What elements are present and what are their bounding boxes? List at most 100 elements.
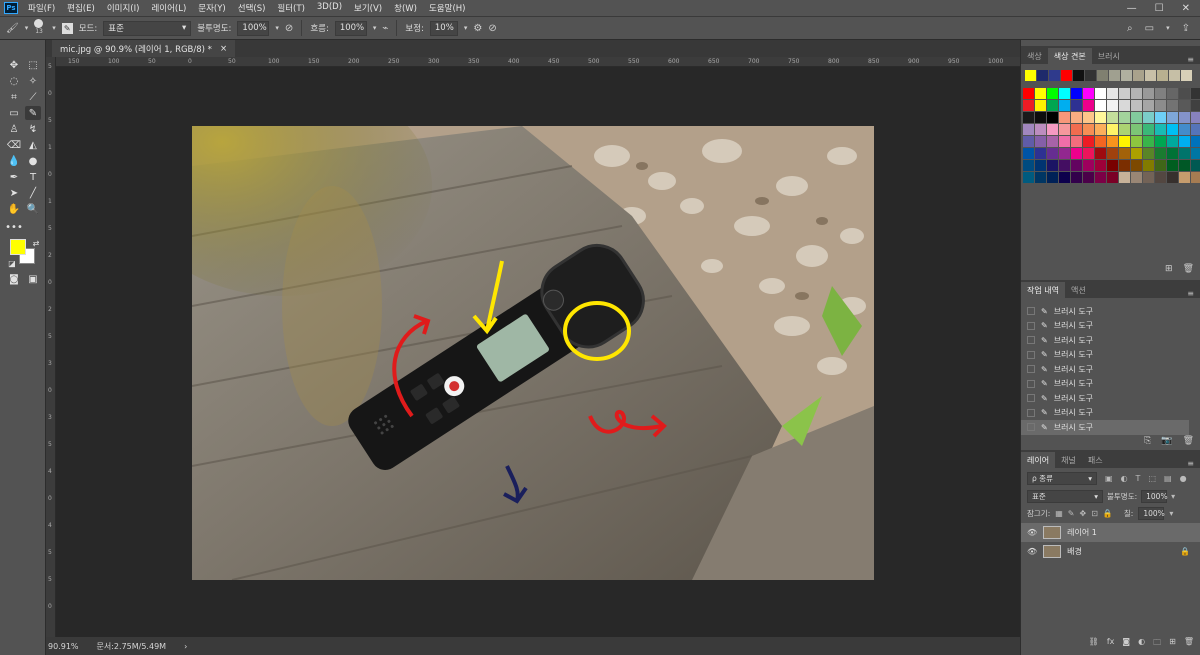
history-item[interactable]: ✎ 브러시 도구 — [1021, 391, 1189, 406]
tab-color[interactable]: 색상 — [1021, 48, 1048, 64]
color-swatch[interactable] — [1107, 100, 1118, 111]
share-icon[interactable]: ⇪ — [1182, 23, 1190, 34]
eye-icon[interactable]: 👁 — [1027, 528, 1037, 537]
color-swatch[interactable] — [1071, 136, 1082, 147]
layer-style-icon[interactable]: fx — [1107, 637, 1115, 651]
history-checkbox[interactable] — [1027, 321, 1035, 330]
lock-transparency-icon[interactable]: ▦ — [1055, 509, 1063, 518]
snapshot-icon[interactable]: 📷 — [1161, 436, 1172, 446]
lasso-tool-icon[interactable]: ◌ — [6, 74, 22, 88]
color-swatch[interactable] — [1071, 100, 1082, 111]
color-swatch[interactable] — [1167, 136, 1178, 147]
color-swatch[interactable] — [1155, 88, 1166, 99]
quick-mask-icon[interactable]: ◙ — [6, 272, 22, 286]
color-swatch[interactable] — [1035, 112, 1046, 123]
recent-swatch[interactable] — [1049, 70, 1060, 81]
color-swatch[interactable] — [1047, 112, 1058, 123]
menu-item[interactable]: 파일(F) — [22, 2, 61, 14]
color-swatch[interactable] — [1131, 160, 1142, 171]
color-swatch[interactable] — [1047, 172, 1058, 183]
color-swatch[interactable] — [1191, 100, 1200, 111]
chevron-down-icon[interactable]: ▾ — [1166, 24, 1170, 32]
color-swatch[interactable] — [1119, 88, 1130, 99]
color-swatch[interactable] — [1131, 136, 1142, 147]
color-swatch[interactable] — [1083, 136, 1094, 147]
color-swatch[interactable] — [1059, 124, 1070, 135]
swap-colors-icon[interactable]: ⇄ — [28, 236, 44, 250]
history-brush-tool-icon[interactable]: ↯ — [25, 122, 41, 136]
color-swatch[interactable] — [1083, 100, 1094, 111]
search-icon[interactable]: ⌕ — [1127, 23, 1133, 34]
color-swatch[interactable] — [1119, 112, 1130, 123]
blend-mode-select[interactable]: 표준 ▾ — [1027, 490, 1103, 503]
menu-item[interactable]: 필터(T) — [271, 2, 310, 14]
color-swatch[interactable] — [1047, 160, 1058, 171]
color-swatch[interactable] — [1119, 124, 1130, 135]
color-swatch[interactable] — [1023, 100, 1034, 111]
color-swatch[interactable] — [1095, 112, 1106, 123]
color-swatch[interactable] — [1155, 100, 1166, 111]
color-swatch[interactable] — [1155, 124, 1166, 135]
color-swatch[interactable] — [1095, 100, 1106, 111]
delete-swatch-icon[interactable]: 🗑 — [1183, 264, 1194, 274]
color-swatch[interactable] — [1023, 88, 1034, 99]
layer-opacity-input[interactable]: 100% — [1141, 490, 1168, 503]
pressure-size-icon[interactable]: ⊘ — [488, 23, 496, 34]
color-swatch[interactable] — [1095, 160, 1106, 171]
color-swatch[interactable] — [1167, 112, 1178, 123]
color-swatch[interactable] — [1083, 88, 1094, 99]
color-swatch[interactable] — [1179, 172, 1190, 183]
color-swatch[interactable] — [1119, 148, 1130, 159]
document-image[interactable] — [192, 126, 874, 580]
recent-swatch[interactable] — [1085, 70, 1096, 81]
zoom-level[interactable]: 90.91% — [48, 642, 79, 651]
filter-toggle-icon[interactable]: ● — [1180, 474, 1187, 483]
color-swatch[interactable] — [1095, 172, 1106, 183]
chevron-down-icon[interactable]: ▾ — [275, 24, 279, 32]
color-swatch[interactable] — [1047, 124, 1058, 135]
history-checkbox[interactable] — [1027, 336, 1035, 345]
recent-swatch[interactable] — [1121, 70, 1132, 81]
menu-item[interactable]: 선택(S) — [232, 2, 272, 14]
menu-item[interactable]: 도움말(H) — [423, 2, 471, 14]
blur-tool-icon[interactable]: 💧 — [6, 154, 22, 168]
close-tab-icon[interactable]: × — [220, 44, 227, 54]
color-swatch[interactable] — [1071, 112, 1082, 123]
chevron-down-icon[interactable]: ▾ — [373, 24, 377, 32]
color-swatch[interactable] — [1167, 172, 1178, 183]
color-swatch[interactable] — [1191, 112, 1200, 123]
color-swatch[interactable] — [1143, 112, 1154, 123]
color-swatch[interactable] — [1023, 136, 1034, 147]
history-checkbox[interactable] — [1027, 423, 1035, 432]
layer-row[interactable]: 👁 레이어 1 — [1021, 523, 1200, 542]
color-swatch[interactable] — [1155, 112, 1166, 123]
color-swatch[interactable] — [1059, 136, 1070, 147]
color-swatch[interactable] — [1035, 136, 1046, 147]
new-document-from-state-icon[interactable]: ⎘ — [1144, 436, 1151, 446]
color-swatch[interactable] — [1191, 160, 1200, 171]
history-item[interactable]: ✎ 브러시 도구 — [1021, 319, 1189, 334]
tab-history[interactable]: 작업 내역 — [1021, 282, 1065, 298]
color-swatch[interactable] — [1059, 172, 1070, 183]
color-swatch[interactable] — [1191, 124, 1200, 135]
lock-pixels-icon[interactable]: ✎ — [1068, 509, 1075, 518]
status-menu-arrow[interactable]: › — [184, 642, 187, 651]
recent-swatch[interactable] — [1169, 70, 1180, 81]
color-swatch[interactable] — [1179, 160, 1190, 171]
delete-state-icon[interactable]: 🗑 — [1183, 436, 1194, 446]
frame-tool-icon[interactable]: ▭ — [6, 106, 22, 120]
panel-menu-icon[interactable]: ≡ — [1187, 459, 1200, 468]
color-swatch[interactable] — [1179, 136, 1190, 147]
layer-row[interactable]: 👁 배경 🔒 — [1021, 542, 1200, 561]
color-swatch[interactable] — [1023, 160, 1034, 171]
marquee-tool-icon[interactable]: ⬚ — [25, 58, 41, 72]
color-swatch[interactable] — [1083, 148, 1094, 159]
panel-menu-icon[interactable]: ≡ — [1187, 55, 1200, 64]
color-swatch[interactable] — [1095, 88, 1106, 99]
layer-name[interactable]: 배경 — [1067, 546, 1082, 557]
color-swatch[interactable] — [1179, 112, 1190, 123]
workspace-icon[interactable]: ▭ — [1145, 23, 1154, 34]
color-swatch[interactable] — [1071, 124, 1082, 135]
recent-swatch[interactable] — [1097, 70, 1108, 81]
default-colors-icon[interactable]: ◪ — [4, 256, 20, 270]
